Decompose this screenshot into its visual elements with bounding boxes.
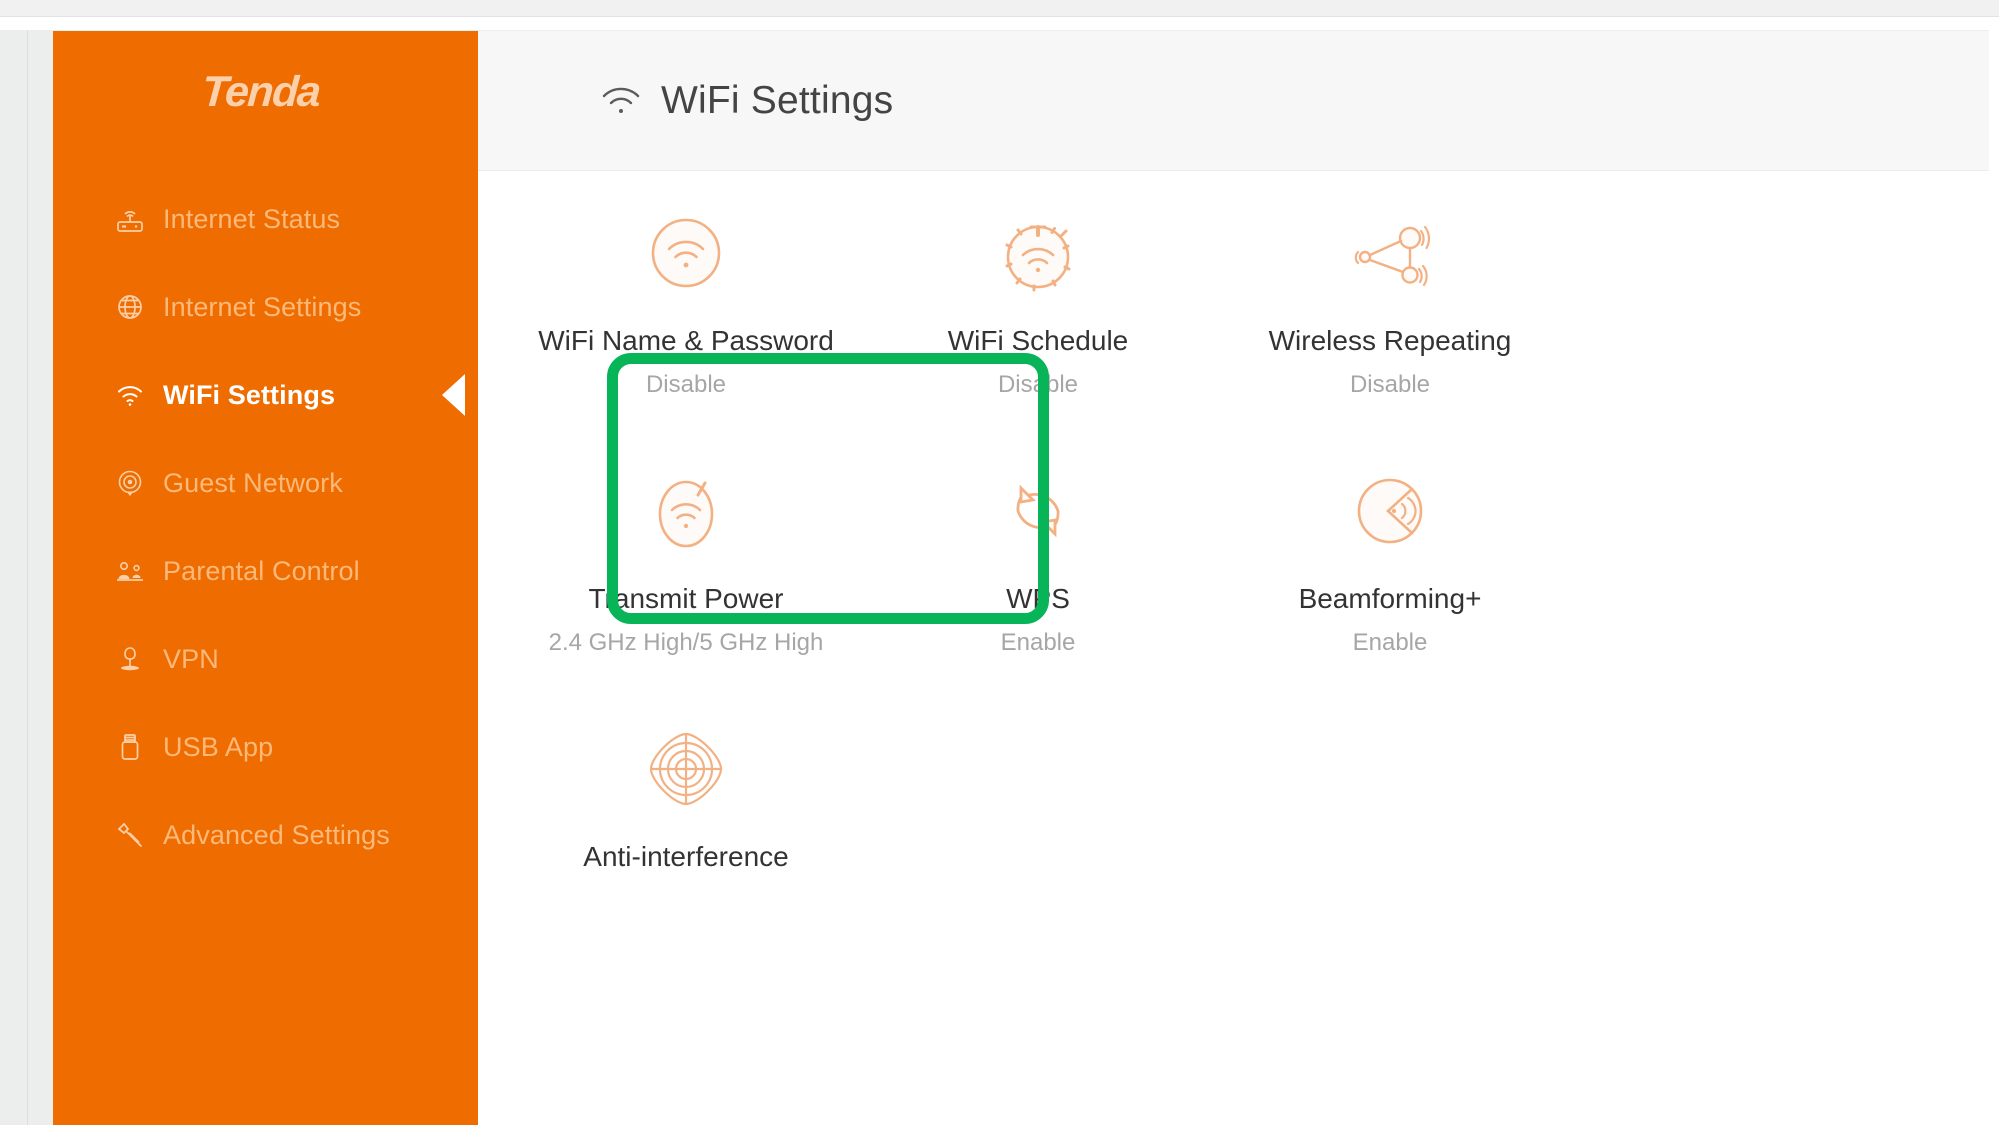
- card-wifi-name-password[interactable]: WiFi Name & Password Disable: [510, 171, 862, 429]
- wifi-timer-icon: [988, 203, 1088, 303]
- sidebar-item-label: USB App: [163, 731, 274, 762]
- wireless-repeating-icon: [1340, 203, 1440, 303]
- anti-interference-icon: [636, 719, 736, 819]
- wps-refresh-icon: [988, 461, 1088, 561]
- card-status: Disable: [997, 371, 1079, 398]
- sidebar-item-guest-network[interactable]: Guest Network: [53, 439, 478, 527]
- settings-row: WiFi Name & Password Disable WiFi Schedu…: [478, 171, 1989, 429]
- card-status: Enable: [1352, 629, 1428, 656]
- right-gutter: [1989, 30, 1999, 1125]
- browser-chrome-strip: [0, 0, 1999, 17]
- sidebar-item-label: VPN: [163, 643, 219, 674]
- sidebar-item-internet-settings[interactable]: Internet Settings: [53, 263, 478, 351]
- sidebar: Tenda Internet Status Internet Settings …: [53, 31, 478, 1125]
- card-status: Enable: [1000, 629, 1076, 656]
- card-title: Beamforming+: [1298, 583, 1482, 614]
- card-title: WiFi Name & Password: [538, 325, 834, 356]
- sidebar-item-vpn[interactable]: VPN: [53, 615, 478, 703]
- sidebar-item-internet-status[interactable]: Internet Status: [53, 175, 478, 263]
- sidebar-item-label: Parental Control: [163, 555, 360, 586]
- left-gutter: [0, 30, 52, 1125]
- card-status: 2.4 GHz High/5 GHz High: [548, 629, 824, 656]
- active-item-arrow-indicator: [442, 374, 465, 416]
- usb-icon: [113, 730, 147, 764]
- sidebar-item-label: Guest Network: [163, 467, 343, 498]
- card-title: Transmit Power: [588, 583, 784, 614]
- router-admin-page: Tenda Internet Status Internet Settings …: [0, 0, 1999, 1125]
- wifi-icon: [113, 378, 147, 412]
- card-transmit-power[interactable]: Transmit Power 2.4 GHz High/5 GHz High: [510, 429, 862, 687]
- vpn-icon: [113, 642, 147, 676]
- parental-control-icon: [113, 554, 147, 588]
- page-header: WiFi Settings: [478, 31, 1989, 171]
- sidebar-item-usb-app[interactable]: USB App: [53, 703, 478, 791]
- globe-icon: [113, 290, 147, 324]
- card-placeholder: [1214, 687, 1566, 945]
- beamforming-icon: [1340, 461, 1440, 561]
- card-anti-interference[interactable]: Anti-interference: [510, 687, 862, 945]
- wrench-icon: [113, 818, 147, 852]
- sidebar-nav: Internet Status Internet Settings WiFi S…: [53, 153, 478, 879]
- card-title: Wireless Repeating: [1268, 325, 1512, 356]
- sidebar-item-wifi-settings[interactable]: WiFi Settings: [53, 351, 478, 439]
- left-gutter-divider: [27, 30, 28, 1125]
- card-wps[interactable]: WPS Enable: [862, 429, 1214, 687]
- card-wireless-repeating[interactable]: Wireless Repeating Disable: [1214, 171, 1566, 429]
- card-wifi-schedule[interactable]: WiFi Schedule Disable: [862, 171, 1214, 429]
- transmit-power-icon: [636, 461, 736, 561]
- guest-network-icon: [113, 466, 147, 500]
- sidebar-item-label: Internet Settings: [163, 291, 362, 322]
- sidebar-item-label: Internet Status: [163, 203, 341, 234]
- sidebar-item-advanced-settings[interactable]: Advanced Settings: [53, 791, 478, 879]
- sidebar-item-label: WiFi Settings: [163, 379, 336, 410]
- card-beamforming[interactable]: Beamforming+ Enable: [1214, 429, 1566, 687]
- sidebar-item-parental-control[interactable]: Parental Control: [53, 527, 478, 615]
- page-title: WiFi Settings: [661, 78, 894, 122]
- card-title: WPS: [1006, 583, 1070, 614]
- sidebar-item-label: Advanced Settings: [163, 819, 390, 850]
- main-content: WiFi Settings WiFi Name & Password Disab…: [478, 31, 1989, 1125]
- wifi-circle-icon: [636, 203, 736, 303]
- card-status: Disable: [645, 371, 727, 398]
- brand-logo-container: Tenda: [53, 31, 478, 153]
- wifi-icon: [599, 81, 643, 121]
- settings-row: Transmit Power 2.4 GHz High/5 GHz High W…: [478, 429, 1989, 687]
- card-title: Anti-interference: [583, 841, 789, 872]
- card-title: WiFi Schedule: [947, 325, 1129, 356]
- settings-row: Anti-interference: [478, 687, 1989, 945]
- card-placeholder: [862, 687, 1214, 945]
- router-icon: [113, 202, 147, 236]
- settings-grid: WiFi Name & Password Disable WiFi Schedu…: [478, 171, 1989, 945]
- card-status: Disable: [1349, 371, 1431, 398]
- tenda-logo: Tenda: [200, 67, 321, 116]
- browser-chrome-gap: [0, 18, 1999, 30]
